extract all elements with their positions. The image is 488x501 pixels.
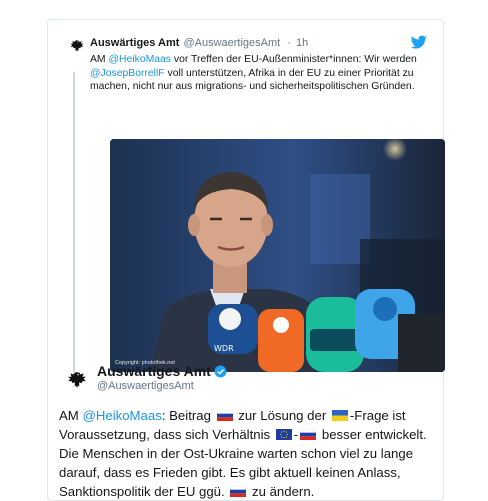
crest-icon bbox=[66, 369, 88, 391]
main-tweet-header: Auswärtiges Amt @AuswaertigesAmt bbox=[66, 363, 431, 393]
quoted-tweet-text: AM @HeikoMaas vor Treffen der EU-Außenmi… bbox=[90, 54, 417, 93]
flag-russia-icon bbox=[217, 410, 233, 421]
quoted-author-name[interactable]: Auswärtiges Amt bbox=[90, 37, 179, 49]
tweet-card[interactable]: Auswärtiges Amt @AuswaertigesAmt · 1h AM … bbox=[47, 19, 445, 501]
flag-russia-icon bbox=[230, 486, 246, 497]
flag-ukraine-icon bbox=[332, 410, 348, 421]
main-tweet-text: AM @HeikoMaas: Beitrag zur Lösung der -F… bbox=[59, 408, 427, 499]
main-author-handle[interactable]: @AuswaertigesAmt bbox=[97, 380, 194, 392]
quoted-tweet-header: Auswärtiges Amt @AuswaertigesAmt · 1h bbox=[90, 36, 308, 50]
crest-icon bbox=[69, 38, 85, 54]
twitter-bird-icon[interactable] bbox=[411, 34, 427, 50]
press-conference-photo: WDR bbox=[110, 139, 445, 372]
main-author-name[interactable]: Auswärtiges Amt bbox=[97, 363, 227, 379]
mention-josepborrellf[interactable]: @JosepBorrellF bbox=[90, 68, 165, 79]
verified-badge-icon bbox=[214, 365, 227, 378]
svg-text:WDR: WDR bbox=[214, 344, 234, 353]
flag-eu-icon bbox=[276, 429, 292, 440]
mention-heikomaas[interactable]: @HeikoMaas bbox=[82, 408, 161, 423]
flag-russia-icon bbox=[300, 429, 316, 440]
tweet-photo[interactable]: WDR Copyright: photothek.net bbox=[110, 139, 445, 372]
quoted-timestamp[interactable]: 1h bbox=[296, 37, 308, 49]
time-separator: · bbox=[287, 37, 291, 49]
mention-heikomaas[interactable]: @HeikoMaas bbox=[108, 54, 171, 65]
thread-line bbox=[73, 72, 75, 372]
quoted-author-handle[interactable]: @AuswaertigesAmt bbox=[183, 37, 280, 49]
